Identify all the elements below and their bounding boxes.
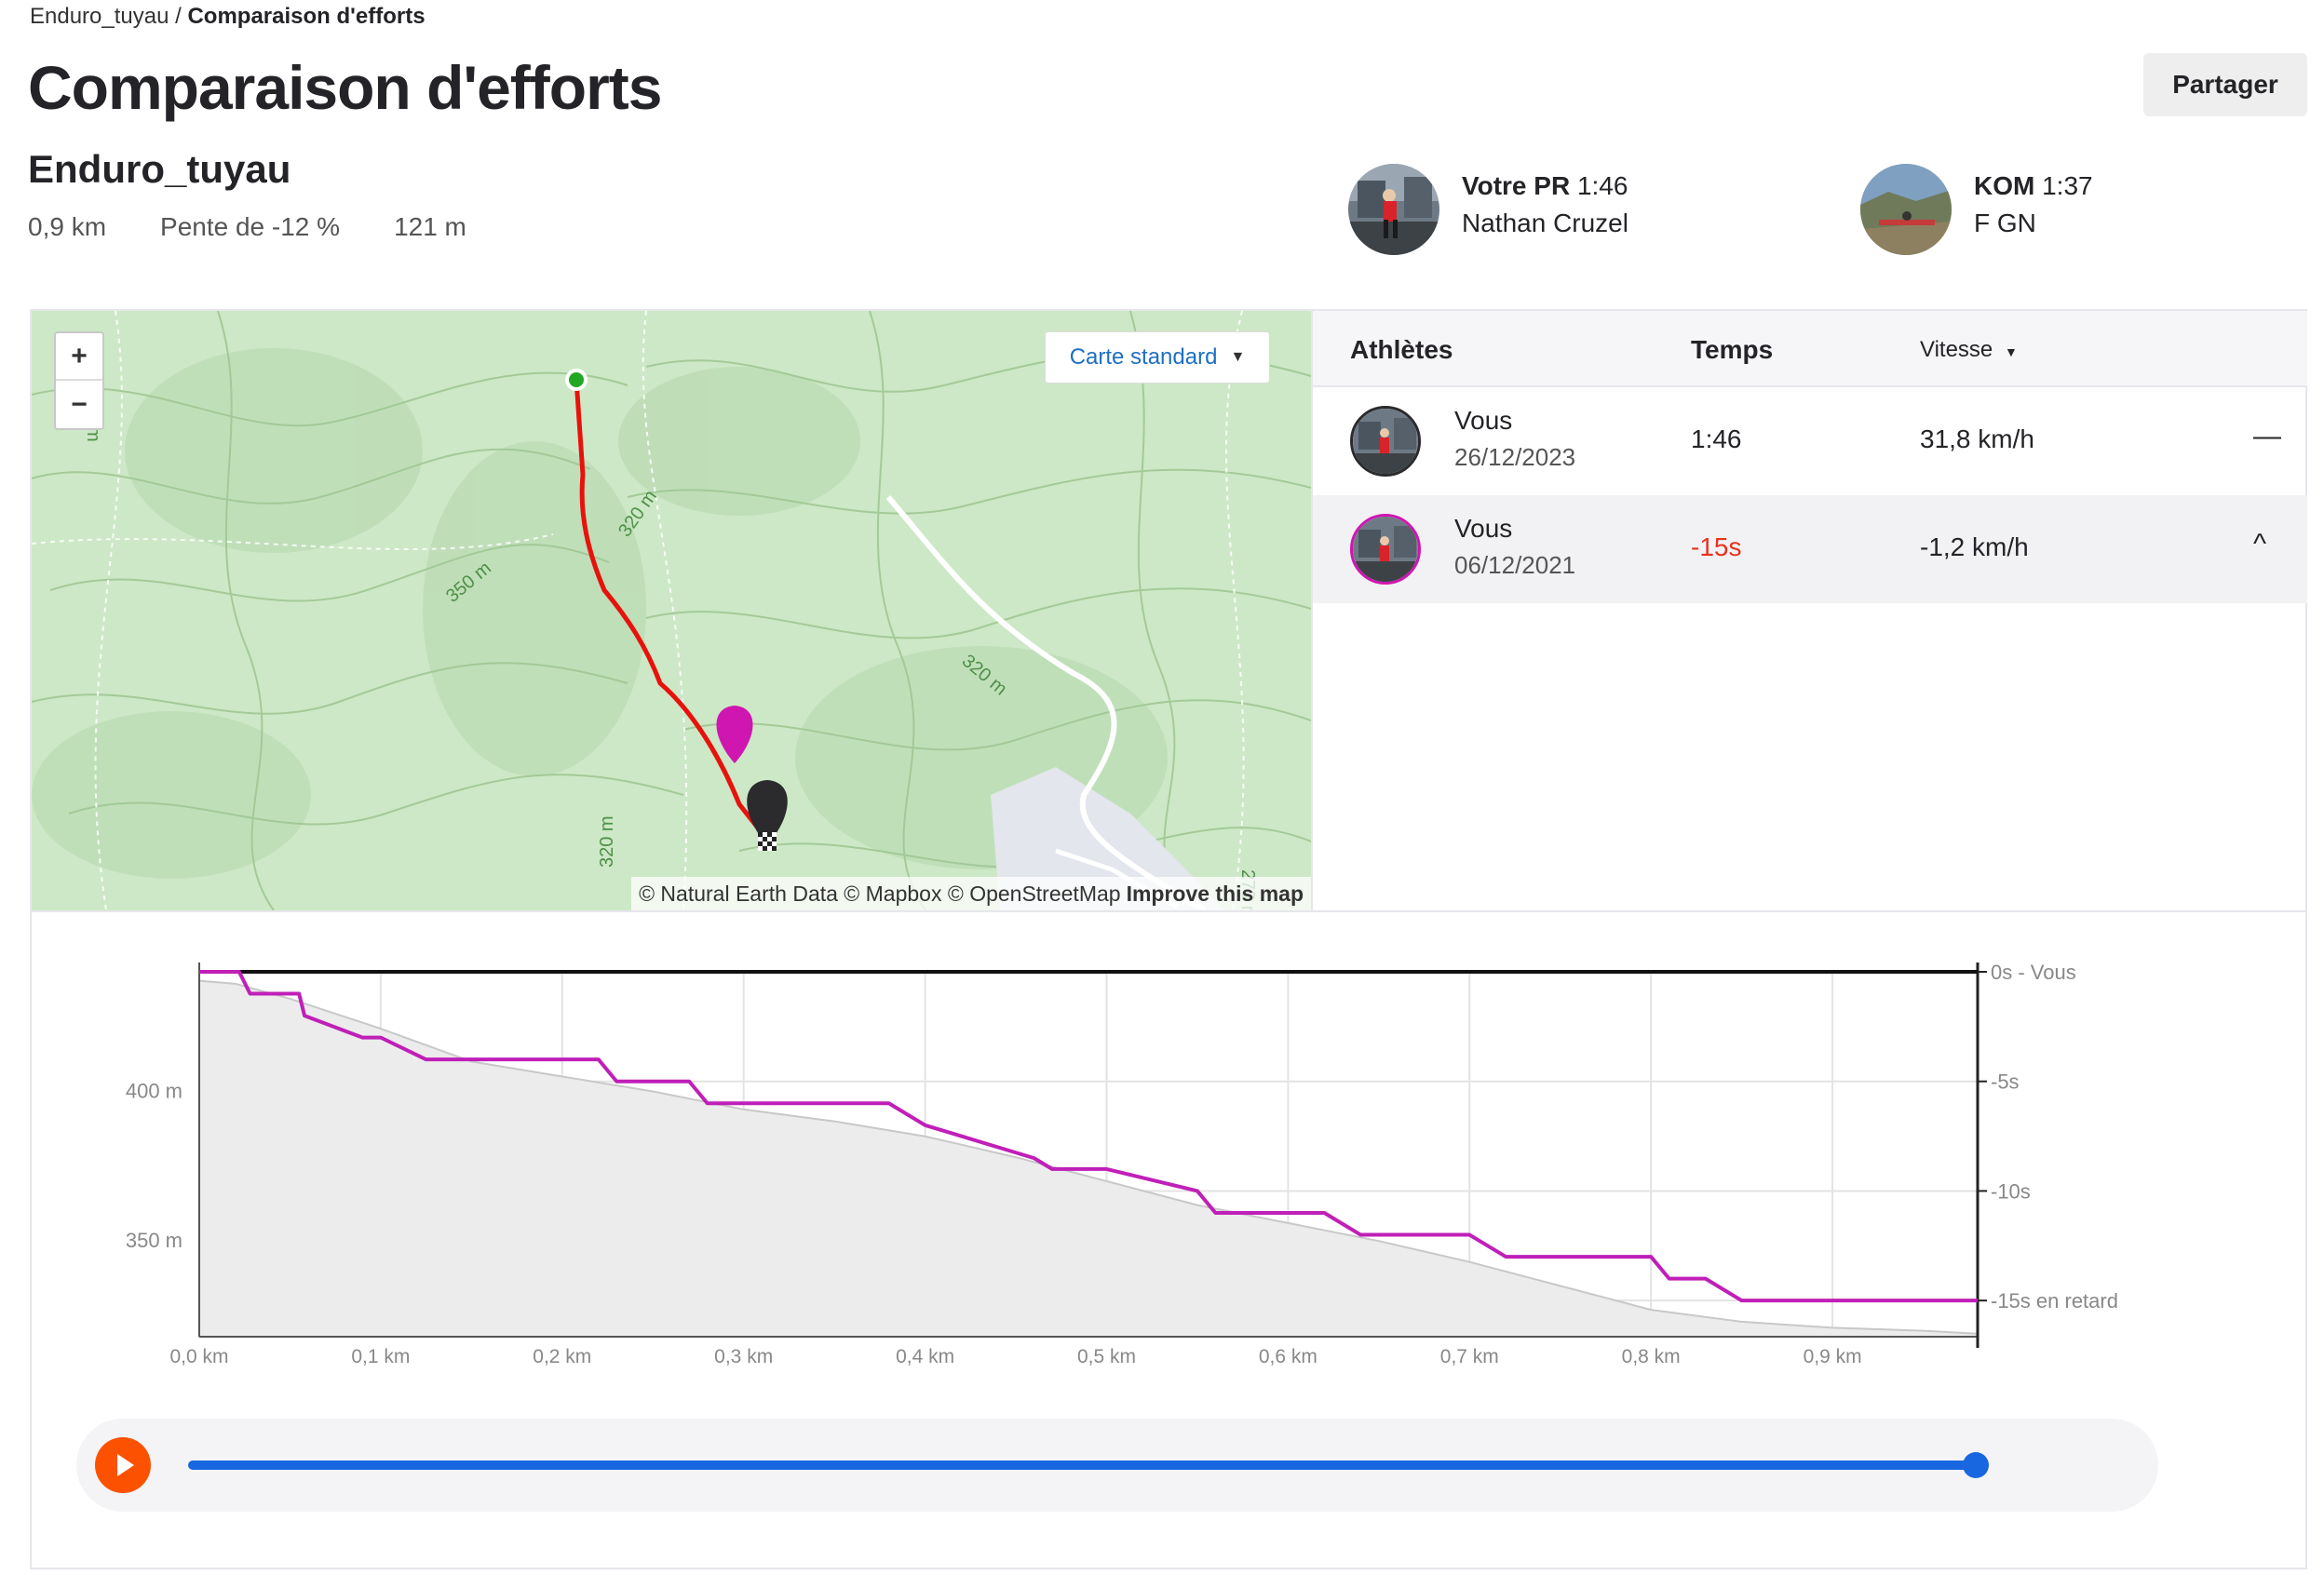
effort-speed-diff: -1,2 km/h [1920,532,2029,561]
avatar[interactable] [1860,164,1952,255]
contour-label: 320 m [597,815,617,868]
replay-progress-handle[interactable] [1963,1452,1989,1478]
table-row[interactable]: Vous 26/12/2023 1:46 31,8 km/h — [1313,387,2307,495]
kom-record: KOM 1:37 F GN [1860,164,2093,255]
y-right-tick-label: -5s [1991,1070,2020,1094]
attribution-text[interactable]: © Natural Earth Data © Mapbox © OpenStre… [639,882,1120,907]
avatar [1350,514,1421,585]
y-left-tick-label: 350 m [126,1229,182,1252]
efforts-table: Athlètes Temps Vitesse ▼ Vous 26/12/2023… [1311,311,2307,910]
improve-map-link[interactable]: Improve this map [1127,882,1304,907]
x-tick-label: 0,8 km [1622,1346,1681,1367]
header-time: Temps [1691,335,1774,364]
play-button[interactable] [95,1437,151,1493]
share-button[interactable]: Partager [2143,53,2307,116]
segment-map[interactable]: 350 m 320 m 320 m 320 m 270 m m + − Cart… [32,311,1311,910]
table-header: Athlètes Temps Vitesse ▼ [1313,311,2307,387]
effort-time: 1:46 [1691,424,1742,453]
kom-athlete[interactable]: F GN [1974,205,2093,242]
pr-time: 1:46 [1576,171,1628,200]
y-left-tick-label: 400 m [126,1080,182,1103]
zoom-in-button[interactable]: + [56,333,102,381]
effort-date: 26/12/2023 [1454,443,1576,471]
caret-down-icon: ▼ [2004,344,2018,359]
x-tick-label: 0,3 km [714,1346,773,1367]
segment-distance: 0,9 km [28,212,107,241]
page-title: Comparaison d'efforts [28,53,662,122]
y-right-tick-label: -10s [1991,1179,2031,1203]
map-attribution: © Natural Earth Data © Mapbox © OpenStre… [631,877,1311,910]
pr-athlete[interactable]: Nathan Cruzel [1462,205,1628,242]
x-tick-label: 0,6 km [1259,1346,1317,1367]
avatar [1350,406,1421,477]
y-right-tick-label: 0s - Vous [1991,961,2076,984]
effort-time-gap: -15s [1691,532,1742,561]
zoom-out-button[interactable]: − [56,381,102,428]
collapse-icon[interactable]: — [2253,421,2281,452]
map-style-dropdown[interactable]: Carte standard ▼ [1045,331,1270,384]
segment-name: Enduro_tuyau [28,147,291,191]
finish-flag-icon [758,832,777,851]
breadcrumb-separator: / [169,4,188,29]
kom-label: KOM [1974,171,2035,200]
effort-date: 06/12/2021 [1454,551,1576,579]
header-athletes: Athlètes [1350,335,1453,364]
segment-stats: 0,9 km Pente de -12 % 121 m [28,212,520,242]
x-tick-label: 0,4 km [896,1346,954,1367]
chevron-up-icon[interactable]: ^ [2253,529,2266,560]
map-style-label: Carte standard [1069,344,1218,370]
table-row[interactable]: Vous 06/12/2021 -15s -1,2 km/h ^ [1313,495,2307,603]
map-background: 350 m 320 m 320 m 320 m 270 m m [32,311,1311,910]
caret-down-icon: ▼ [1230,349,1246,365]
breadcrumb: Enduro_tuyau / Comparaison d'efforts [30,4,426,30]
elevation-time-gap-chart[interactable]: 0,0 km 0,1 km 0,2 km 0,3 km 0,4 km 0,5 km 0,6 … [32,912,2305,1415]
y-right-tick-label: -15s en retard [1991,1289,2118,1312]
x-tick-label: 0,2 km [533,1346,591,1367]
comparison-panel: 350 m 320 m 320 m 320 m 270 m m + − Cart… [30,309,2307,1569]
breadcrumb-segment-link[interactable]: Enduro_tuyau [30,4,169,29]
effort-speed: 31,8 km/h [1920,424,2034,453]
replay-player [76,1419,2158,1512]
personal-record: Votre PR 1:46 Nathan Cruzel [1348,164,1628,255]
x-tick-label: 0,0 km [169,1346,228,1367]
segment-elevation: 121 m [394,212,466,241]
athlete-name: Vous [1454,514,1513,543]
avatar[interactable] [1348,164,1439,255]
segment-grade: Pente de -12 % [160,212,341,241]
x-tick-label: 0,9 km [1804,1346,1862,1367]
kom-time: 1:37 [2042,171,2093,200]
x-tick-label: 0,7 km [1440,1346,1499,1367]
replay-progress-track[interactable] [188,1461,1976,1470]
athlete-name: Vous [1454,406,1513,435]
x-tick-label: 0,1 km [351,1346,410,1367]
pr-label: Votre PR [1462,171,1571,200]
zoom-controls: + − [54,331,104,430]
header-speed-sort[interactable]: Vitesse ▼ [1920,337,2018,363]
breadcrumb-current: Comparaison d'efforts [187,4,426,29]
x-tick-label: 0,5 km [1077,1346,1136,1367]
